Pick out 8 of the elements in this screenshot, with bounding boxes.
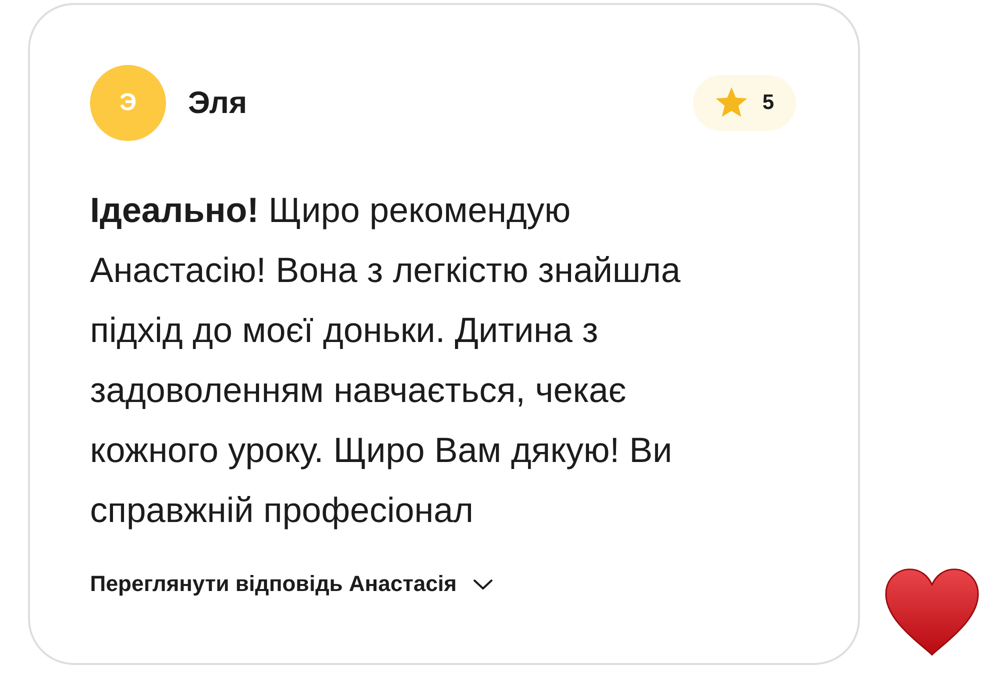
heart-icon	[884, 568, 980, 657]
chevron-icon	[472, 578, 493, 590]
avatar: Э	[90, 65, 166, 141]
star-icon	[715, 87, 748, 119]
view-reply-button[interactable]: Переглянути відповідь Анастасія	[90, 569, 493, 599]
author-name: Эля	[188, 85, 248, 121]
rating-value: 5	[762, 91, 774, 115]
review-text: Ідеально! Щиро рекомендую Анастасію! Вона з легкістю знайшла підхід до моєї доньки. Дитина з задоволенням навчається, чекає кожного уроку. Щиро Вам дякую! Ви справжній професіонал	[90, 190, 682, 532]
